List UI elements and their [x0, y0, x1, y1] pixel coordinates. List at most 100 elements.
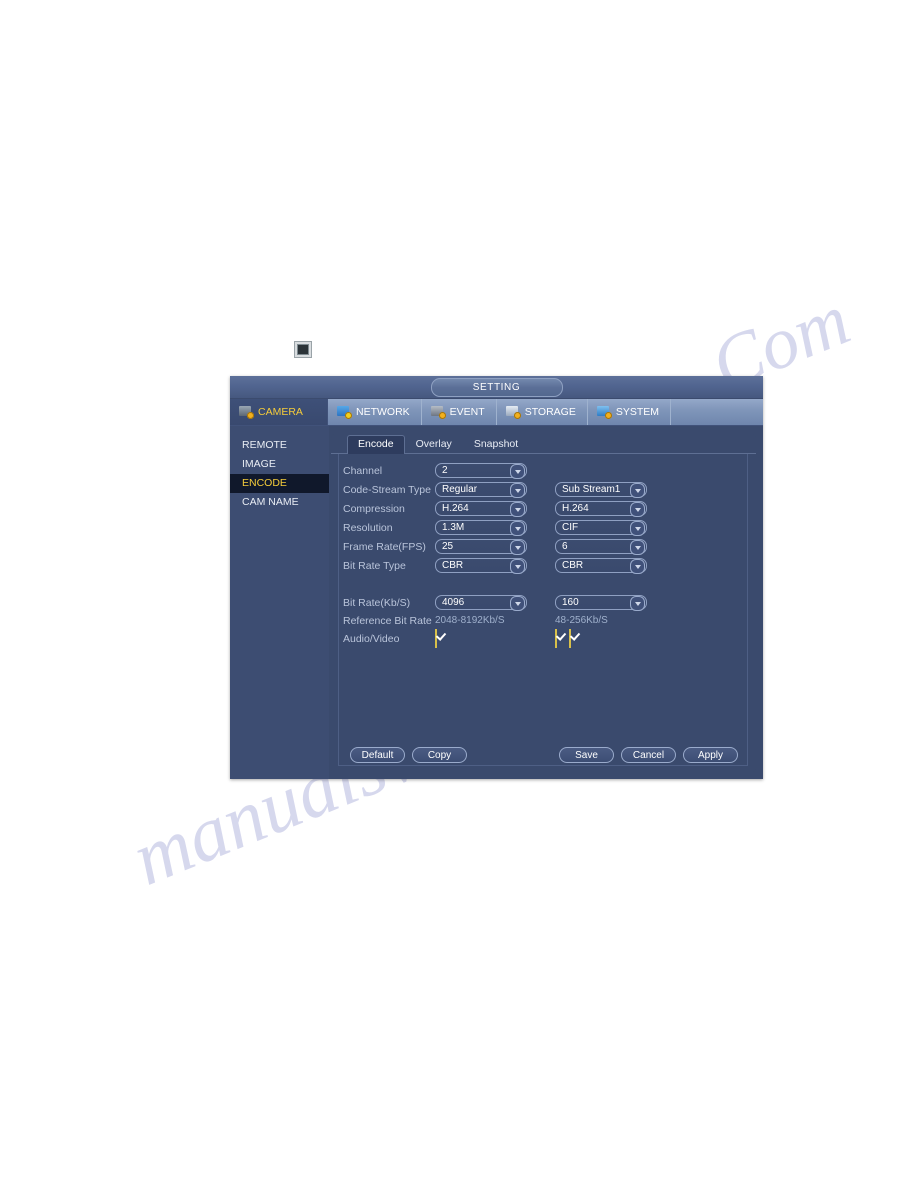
content-pane: Encode Overlay Snapshot Channel 2 Code-S… — [329, 426, 763, 779]
dialog-body: REMOTE IMAGE ENCODE CAM NAME Encode Over… — [230, 426, 763, 779]
cancel-button[interactable]: Cancel — [621, 747, 676, 763]
default-button[interactable]: Default — [350, 747, 405, 763]
dropdown-bit-rate-type-main[interactable]: CBR — [435, 558, 527, 574]
field-frame-rate-main: 25 — [435, 539, 527, 555]
dropdown-channel-value: 2 — [442, 465, 448, 476]
dropdown-frame-rate-sub-value: 6 — [562, 541, 568, 552]
apply-button[interactable]: Apply — [683, 747, 738, 763]
monitor-thumbnail-icon — [294, 341, 312, 358]
nav-label-storage: STORAGE — [524, 406, 576, 418]
nav-label-system: SYSTEM — [615, 406, 660, 418]
row-channel: Channel 2 — [343, 462, 527, 479]
nav-item-event[interactable]: EVENT — [422, 399, 497, 425]
sidebar-item-cam-name[interactable]: CAM NAME — [230, 493, 329, 512]
nav-item-camera[interactable]: CAMERA — [230, 399, 328, 425]
dropdown-resolution-main-value: 1.3M — [442, 522, 465, 533]
system-icon — [596, 405, 612, 419]
dropdown-bit-rate-type-sub[interactable]: CBR — [555, 558, 647, 574]
row-compression: Compression H.264 H.264 — [343, 500, 647, 517]
dropdown-code-stream-type-sub[interactable]: Sub Stream1 — [555, 482, 647, 498]
dropdown-compression-main[interactable]: H.264 — [435, 501, 527, 517]
field-compression-main: H.264 — [435, 501, 527, 517]
label-code-stream-type: Code-Stream Type — [343, 483, 431, 496]
chevron-down-icon[interactable] — [630, 559, 645, 574]
nav-item-system[interactable]: SYSTEM — [588, 399, 672, 425]
nav-label-camera: CAMERA — [258, 406, 303, 418]
field-bit-rate-sub: 160 — [555, 595, 647, 611]
label-audio-video: Audio/Video — [343, 632, 400, 645]
sidebar-item-image[interactable]: IMAGE — [230, 455, 329, 474]
dropdown-compression-sub[interactable]: H.264 — [555, 501, 647, 517]
label-channel: Channel — [343, 464, 383, 477]
encode-form: Channel 2 Code-Stream Type Regular Sub S… — [331, 454, 756, 773]
field-resolution-main: 1.3M — [435, 520, 527, 536]
chevron-down-icon[interactable] — [510, 540, 525, 555]
dropdown-bit-rate-sub[interactable]: 160 — [555, 595, 647, 611]
dropdown-compression-sub-value: H.264 — [562, 503, 589, 514]
copy-button[interactable]: Copy — [412, 747, 467, 763]
chevron-down-icon[interactable] — [510, 596, 525, 611]
dropdown-frame-rate-main[interactable]: 25 — [435, 539, 527, 555]
dropdown-frame-rate-main-value: 25 — [442, 541, 454, 552]
dropdown-bit-rate-main-value: 4096 — [442, 597, 465, 608]
network-icon — [337, 405, 352, 419]
nav-label-event: EVENT — [449, 406, 485, 418]
dropdown-resolution-main[interactable]: 1.3M — [435, 520, 527, 536]
dialog-title: SETTING — [430, 378, 563, 397]
field-channel-main: 2 — [435, 463, 527, 479]
tab-encode[interactable]: Encode — [347, 435, 405, 454]
chevron-down-icon[interactable] — [630, 483, 645, 498]
nav-filler — [671, 399, 763, 425]
field-bit-rate-type-main: CBR — [435, 558, 527, 574]
checkbox-audio-video-main[interactable] — [435, 628, 437, 648]
dropdown-bit-rate-type-main-value: CBR — [442, 560, 464, 571]
tab-overlay[interactable]: Overlay — [405, 436, 463, 453]
event-icon — [430, 405, 446, 419]
chevron-down-icon[interactable] — [510, 559, 525, 574]
dropdown-bit-rate-sub-value: 160 — [562, 597, 579, 608]
chevron-down-icon[interactable] — [510, 464, 525, 479]
chevron-down-icon[interactable] — [510, 521, 525, 536]
dialog-title-bar: SETTING — [230, 376, 763, 399]
sidebar: REMOTE IMAGE ENCODE CAM NAME — [230, 426, 329, 779]
dropdown-code-stream-type-main[interactable]: Regular — [435, 482, 527, 498]
row-bit-rate: Bit Rate(Kb/S) 4096 160 — [343, 594, 647, 611]
chevron-down-icon[interactable] — [630, 502, 645, 517]
dropdown-frame-rate-sub[interactable]: 6 — [555, 539, 647, 555]
dropdown-code-stream-type-sub-value: Sub Stream1 — [562, 484, 621, 495]
tab-strip: Encode Overlay Snapshot — [331, 434, 756, 454]
tab-snapshot[interactable]: Snapshot — [463, 436, 529, 453]
camera-icon — [239, 405, 254, 419]
dropdown-resolution-sub[interactable]: CIF — [555, 520, 647, 536]
save-button[interactable]: Save — [559, 747, 614, 763]
label-bit-rate-type: Bit Rate Type — [343, 559, 406, 572]
setting-dialog: SETTING CAMERA NETWORK EVENT STORAGE SYS… — [230, 376, 763, 779]
dropdown-channel[interactable]: 2 — [435, 463, 527, 479]
sidebar-item-remote[interactable]: REMOTE — [230, 436, 329, 455]
chevron-down-icon[interactable] — [510, 502, 525, 517]
label-compression: Compression — [343, 502, 405, 515]
storage-icon — [505, 405, 521, 419]
field-bit-rate-main: 4096 — [435, 595, 527, 611]
dropdown-bit-rate-main[interactable]: 4096 — [435, 595, 527, 611]
row-reference-bit-rate: Reference Bit Rate 2048-8192Kb/S 48-256K… — [343, 612, 647, 629]
sidebar-item-encode[interactable]: ENCODE — [230, 474, 329, 493]
nav-item-network[interactable]: NETWORK — [328, 399, 422, 425]
row-code-stream-type: Code-Stream Type Regular Sub Stream1 — [343, 481, 647, 498]
chevron-down-icon[interactable] — [630, 540, 645, 555]
button-row: Default Copy Save Cancel Apply — [332, 747, 755, 763]
row-frame-rate: Frame Rate(FPS) 25 6 — [343, 538, 647, 555]
chevron-down-icon[interactable] — [630, 596, 645, 611]
nav-item-storage[interactable]: STORAGE — [497, 399, 588, 425]
main-nav: CAMERA NETWORK EVENT STORAGE SYSTEM — [230, 399, 763, 426]
nav-label-network: NETWORK — [356, 406, 410, 418]
row-audio-video: Audio/Video — [343, 628, 647, 648]
chevron-down-icon[interactable] — [630, 521, 645, 536]
monitor-thumbnail-inner — [297, 344, 309, 355]
field-code-stream-type-main: Regular — [435, 482, 527, 498]
chevron-down-icon[interactable] — [510, 483, 525, 498]
dropdown-code-stream-type-main-value: Regular — [442, 484, 478, 495]
checkbox-audio-video-sub-video[interactable] — [569, 628, 571, 648]
field-bit-rate-type-sub: CBR — [555, 558, 647, 574]
checkbox-audio-video-sub-audio[interactable] — [555, 628, 557, 648]
